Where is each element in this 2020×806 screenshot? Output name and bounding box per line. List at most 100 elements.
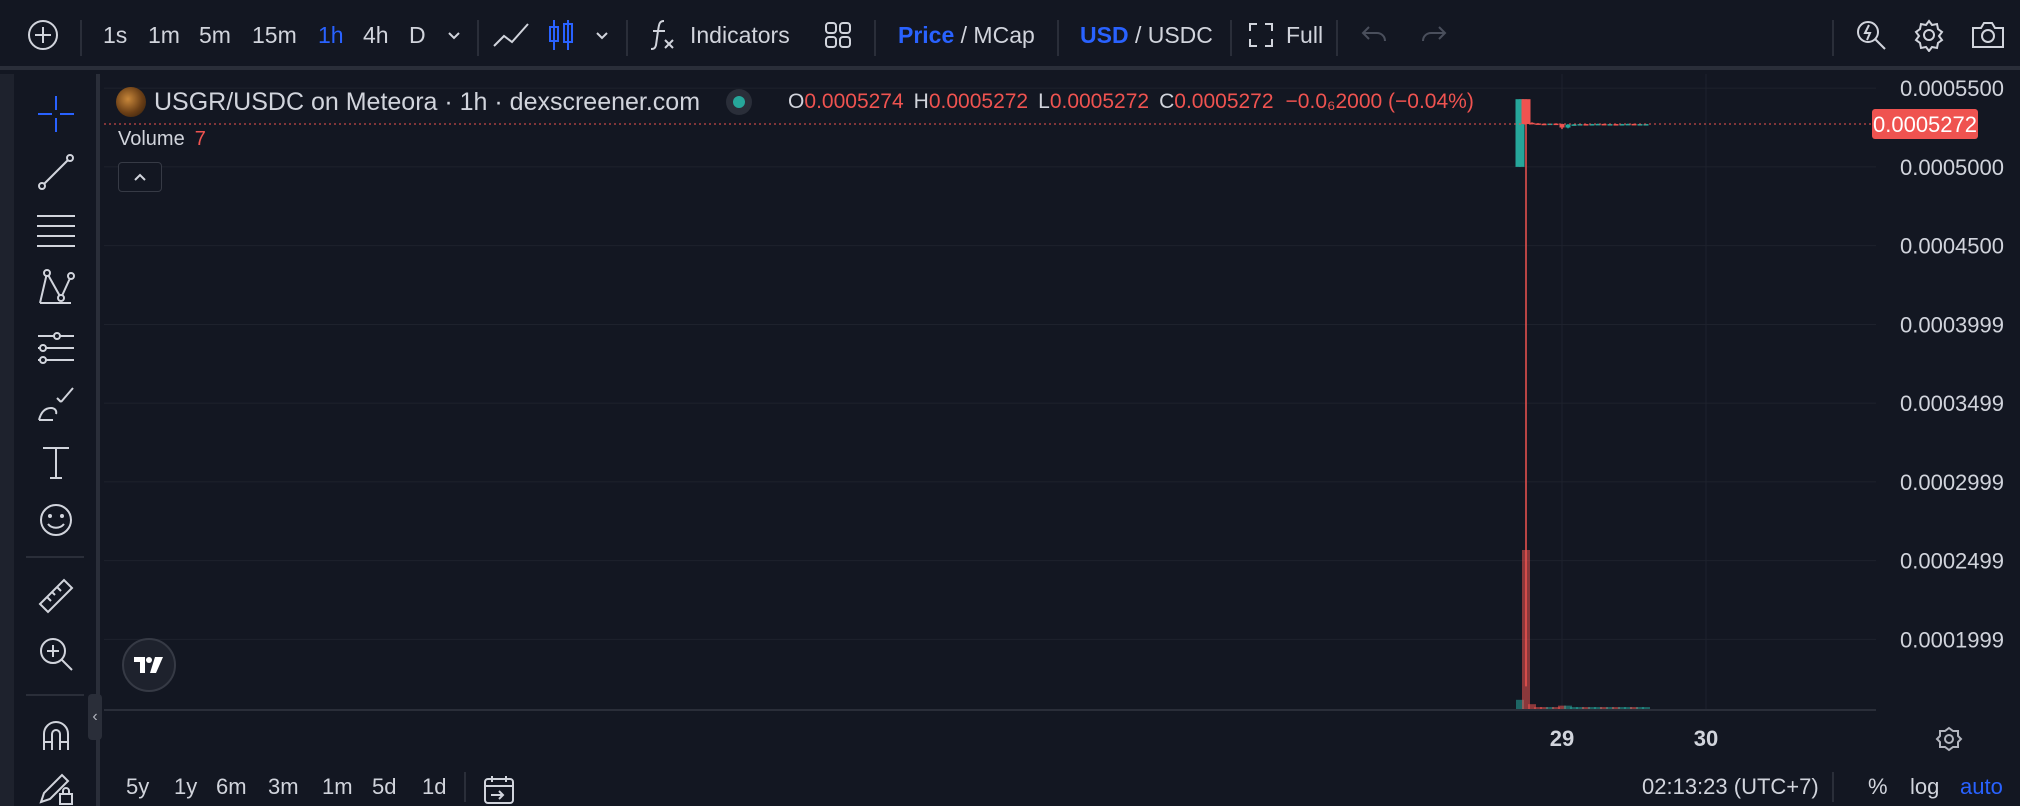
symbol-title[interactable]: USGR/USDC on Meteora · 1h · dexscreener.… — [154, 88, 700, 117]
quick-search-button[interactable] — [1854, 0, 1888, 70]
collapse-legend-button[interactable] — [118, 162, 162, 192]
candles-chart-type-button[interactable] — [546, 0, 576, 70]
price-option[interactable]: Price — [898, 22, 954, 49]
price-tick-label: 0.0003999 — [1900, 312, 2004, 337]
indicators-label: Indicators — [690, 21, 790, 48]
usdc-option[interactable]: / USDC — [1129, 22, 1213, 49]
redo-button[interactable] — [1420, 0, 1448, 70]
pattern-tool[interactable] — [30, 266, 82, 310]
undo-button[interactable] — [1360, 0, 1388, 70]
auto-scale-button[interactable]: auto — [1960, 774, 2003, 800]
camera-icon — [1972, 22, 2004, 48]
toolbar-divider — [80, 20, 82, 56]
time-tick-label: 29 — [1550, 726, 1574, 751]
range-6m[interactable]: 6m — [216, 774, 247, 800]
mcap-option[interactable]: / MCap — [954, 22, 1035, 49]
goto-date-button[interactable] — [482, 774, 516, 806]
chart-legend: USGR/USDC on Meteora · 1h · dexscreener.… — [116, 84, 1474, 120]
undo-icon — [1361, 26, 1386, 42]
indicators-button[interactable]: Indicators — [648, 0, 790, 70]
settings-button[interactable] — [1912, 0, 1946, 70]
bottom-toolbar: 5y 1y 6m 3m 1m 5d 1d 02:13:23 (UTC+7) % … — [104, 768, 2020, 806]
volume-label: Volume — [118, 128, 185, 150]
crosshair-tool[interactable] — [30, 92, 82, 136]
range-3m[interactable]: 3m — [268, 774, 299, 800]
top-toolbar: 1s 1m 5m 15m 1h 4h D Indicators Price / … — [0, 0, 2020, 70]
brush-tool[interactable] — [30, 382, 82, 426]
price-mcap-toggle[interactable]: Price / MCap — [898, 0, 1035, 70]
redo-icon — [1422, 26, 1447, 42]
range-1y[interactable]: 1y — [174, 774, 197, 800]
tradingview-logo-icon — [134, 657, 163, 673]
clock-timezone[interactable]: 02:13:23 (UTC+7) — [1642, 774, 1819, 800]
price-tick-label: 0.0005000 — [1900, 155, 2004, 180]
market-status-icon[interactable] — [726, 89, 753, 115]
function-icon — [650, 20, 674, 50]
forecast-lines-icon — [38, 332, 74, 364]
line-chart-icon — [493, 23, 529, 47]
smiley-icon — [40, 504, 72, 536]
fullscreen-icon — [1249, 23, 1273, 47]
crosshair-icon — [38, 96, 74, 132]
add-symbol-button[interactable] — [26, 0, 60, 70]
horizontal-lines-icon — [37, 215, 75, 247]
toolbar-divider — [1336, 20, 1338, 56]
magnet-icon — [43, 721, 69, 750]
close-key: C — [1159, 90, 1175, 113]
prediction-tool[interactable] — [30, 324, 82, 368]
range-5d[interactable]: 5d — [372, 774, 396, 800]
high-value: 0.0005272 — [928, 90, 1029, 113]
timeframe-dropdown[interactable] — [446, 0, 462, 70]
measure-tool[interactable] — [30, 574, 82, 618]
timeframe-d[interactable]: D — [409, 0, 426, 70]
percent-scale-button[interactable]: % — [1868, 774, 1888, 800]
range-1d[interactable]: 1d — [422, 774, 446, 800]
timeframe-1m[interactable]: 1m — [148, 0, 180, 70]
layouts-button[interactable] — [823, 0, 853, 70]
chart-type-dropdown[interactable] — [594, 0, 610, 70]
price-tick-label: 0.0002999 — [1900, 470, 2004, 495]
chevron-down-icon — [448, 32, 460, 40]
zoom-in-tool[interactable] — [30, 632, 82, 676]
coin-logo — [116, 87, 146, 117]
price-tick-label: 0.0004500 — [1900, 234, 2004, 259]
candle-body — [1559, 124, 1565, 128]
line-chart-type-button[interactable] — [492, 0, 530, 70]
magnet-tool[interactable] — [30, 714, 82, 758]
screenshot-button[interactable] — [1970, 0, 2006, 70]
currency-toggle[interactable]: USD / USDC — [1080, 0, 1213, 70]
toolbar-divider — [874, 20, 876, 56]
price-tick-label: 0.0001999 — [1900, 627, 2004, 652]
open-key: O — [788, 90, 805, 113]
timeframe-4h[interactable]: 4h — [363, 0, 389, 70]
price-chart[interactable]: 0.0005500 0.0005000 0.0004500 0.0003999 0.00… — [104, 74, 2020, 768]
range-5y[interactable]: 5y — [126, 774, 149, 800]
axis-settings-button[interactable] — [1934, 724, 1964, 754]
timeframe-15m[interactable]: 15m — [252, 0, 297, 70]
toolbar-divider — [1230, 20, 1232, 56]
tool-divider — [26, 556, 84, 558]
timeframe-1h[interactable]: 1h — [318, 0, 344, 70]
tradingview-logo[interactable] — [122, 638, 176, 692]
text-tool[interactable] — [30, 440, 82, 484]
ruler-icon — [38, 578, 74, 614]
emoji-tool[interactable] — [30, 498, 82, 542]
toolbar-divider — [1057, 20, 1059, 56]
chart-background — [104, 74, 2020, 768]
timeframe-1s[interactable]: 1s — [103, 0, 127, 70]
fib-retracement-tool[interactable] — [30, 208, 82, 252]
trend-line-tool[interactable] — [30, 150, 82, 194]
side-panel-edge — [0, 74, 14, 806]
usd-option[interactable]: USD — [1080, 22, 1129, 49]
close-value: 0.0005272 — [1174, 90, 1274, 113]
log-scale-button[interactable]: log — [1910, 774, 1939, 800]
lock-drawings-tool[interactable] — [30, 766, 82, 806]
fullscreen-button[interactable]: Full — [1248, 0, 1323, 70]
gear-icon — [1914, 19, 1944, 52]
timeframe-5m[interactable]: 5m — [199, 0, 231, 70]
text-icon — [43, 447, 69, 479]
chevron-down-icon — [596, 32, 608, 40]
range-1m[interactable]: 1m — [322, 774, 353, 800]
toggle-toolbar-handle[interactable]: ‹ — [88, 694, 102, 740]
chevron-left-icon: ‹ — [92, 708, 98, 725]
